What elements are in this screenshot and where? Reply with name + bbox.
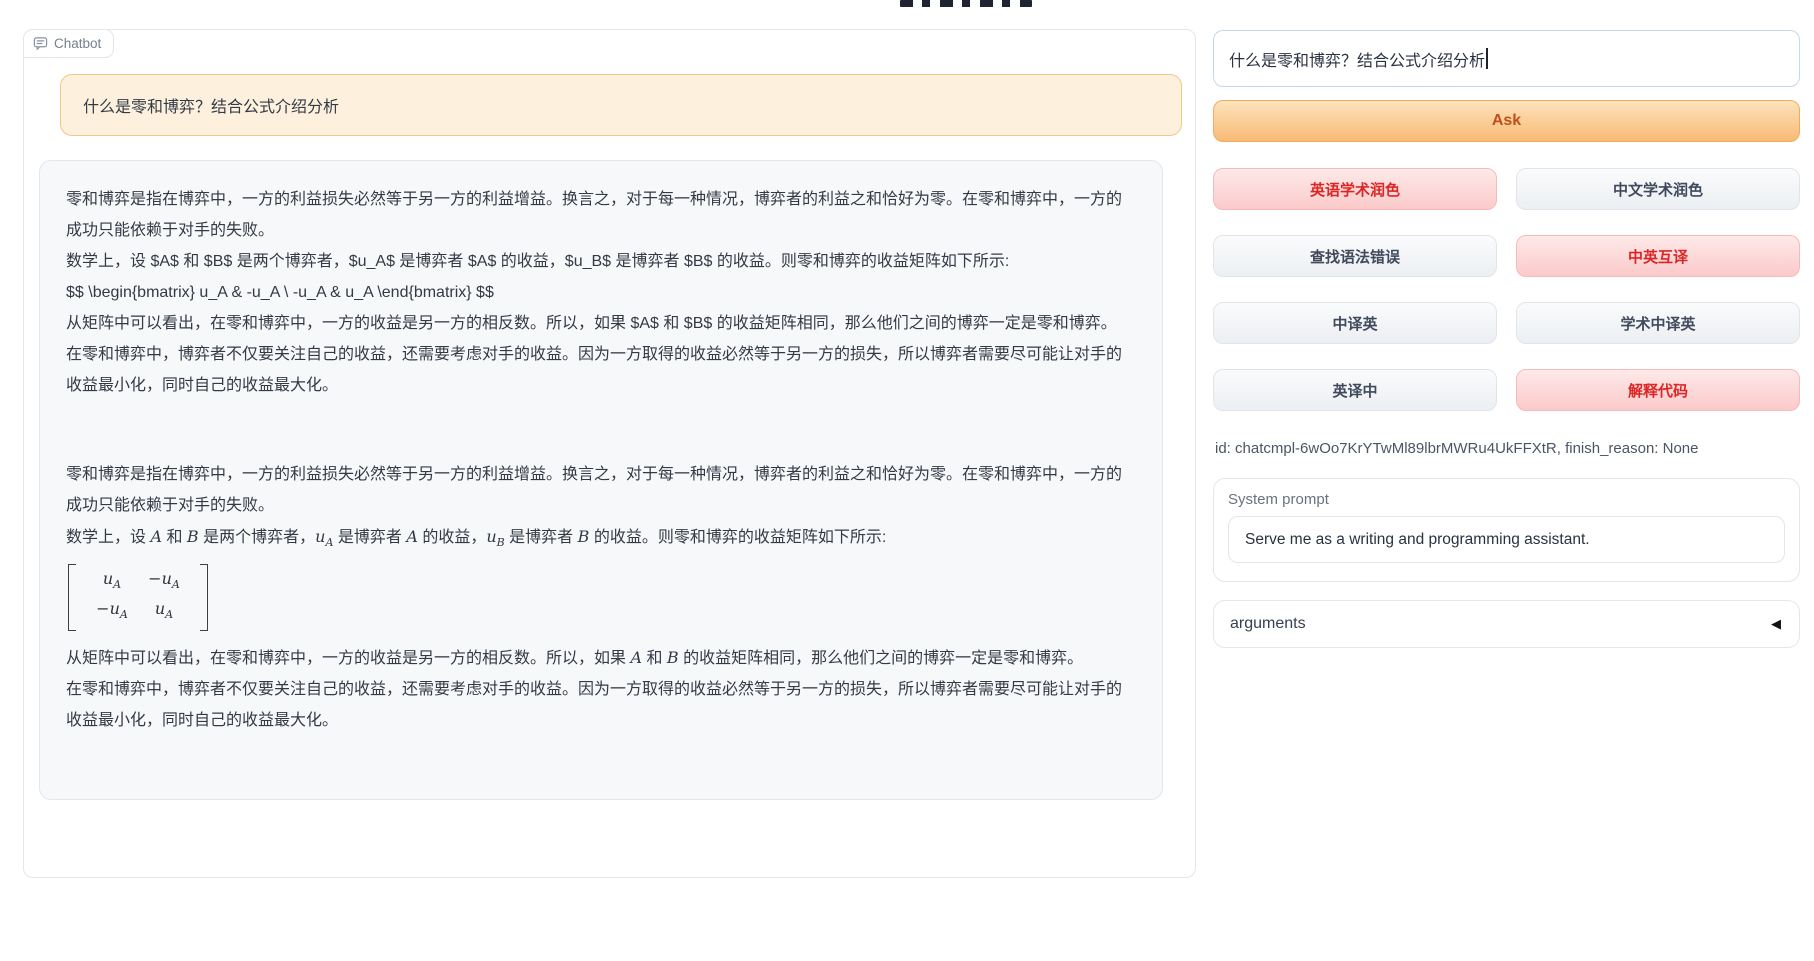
user-message: 什么是零和博弈？结合公式介绍分析	[60, 74, 1182, 136]
quick-action-button[interactable]: 中译英	[1213, 302, 1497, 344]
matrix-cell: uA	[138, 597, 190, 627]
chat-bubble-icon	[33, 36, 48, 51]
message-paragraph-gap	[66, 401, 1136, 459]
matrix-rows: uA−uA−uAuA	[76, 564, 200, 630]
arguments-accordion-label: arguments	[1230, 615, 1306, 633]
system-prompt-input[interactable]: Serve me as a writing and programming as…	[1228, 516, 1785, 563]
question-input[interactable]: 什么是零和博弈？结合公式介绍分析	[1213, 30, 1800, 87]
quick-action-grid: 英语学术润色中文学术润色查找语法错误中英互译中译英学术中译英英译中解释代码	[1213, 168, 1800, 411]
message-paragraph: 在零和博弈中，博弈者不仅要关注自己的收益，还需要考虑对手的收益。因为一方取得的收…	[66, 674, 1136, 736]
message-paragraph: 数学上，设 A 和 B 是两个博弈者，uA 是博弈者 A 的收益，uB 是博弈者…	[66, 521, 1136, 558]
bot-message: 零和博弈是指在博弈中，一方的利益损失必然等于另一方的利益增益。换言之，对于每一种…	[39, 160, 1163, 800]
message-paragraph: uA−uA−uAuA	[66, 558, 1136, 641]
app-window: Chatbot 什么是零和博弈？结合公式介绍分析 零和博弈是指在博弈中，一方的利…	[0, 0, 1814, 961]
text-caret	[1486, 48, 1488, 69]
payoff-matrix: uA−uA−uAuA	[68, 564, 208, 630]
chatbot-label-text: Chatbot	[54, 36, 101, 51]
quick-action-button[interactable]: 中文学术润色	[1516, 168, 1800, 210]
bot-message-content: 零和博弈是指在博弈中，一方的利益损失必然等于另一方的利益增益。换言之，对于每一种…	[66, 184, 1136, 736]
accordion-collapse-icon[interactable]: ◀	[1771, 616, 1781, 632]
chatbot-label: Chatbot	[23, 29, 114, 58]
arguments-accordion-header[interactable]: arguments ◀	[1213, 600, 1800, 648]
message-paragraph: 在零和博弈中，博弈者不仅要关注自己的收益，还需要考虑对手的收益。因为一方取得的收…	[66, 339, 1136, 401]
matrix-cell: −uA	[138, 567, 190, 597]
question-input-value: 什么是零和博弈？结合公式介绍分析	[1229, 47, 1485, 71]
message-paragraph: $$ \begin{bmatrix} u_A & -u_A \ -u_A & u…	[66, 277, 1136, 308]
message-paragraph: 数学上，设 $A$ 和 $B$ 是两个博弈者，$u_A$ 是博弈者 $A$ 的收…	[66, 246, 1136, 277]
quick-action-button[interactable]: 英语学术润色	[1213, 168, 1497, 210]
message-paragraph: 零和博弈是指在博弈中，一方的利益损失必然等于另一方的利益增益。换言之，对于每一种…	[66, 184, 1136, 246]
matrix-row: uA−uA	[86, 567, 190, 597]
quick-action-button[interactable]: 英译中	[1213, 369, 1497, 411]
system-prompt-value: Serve me as a writing and programming as…	[1245, 531, 1590, 549]
quick-action-button[interactable]: 中英互译	[1516, 235, 1800, 277]
user-message-text: 什么是零和博弈？结合公式介绍分析	[83, 93, 339, 117]
response-status-text: id: chatcmpl-6wOo7KrYTwMl89lbrMWRu4UkFFX…	[1215, 440, 1699, 457]
message-paragraph: 零和博弈是指在博弈中，一方的利益损失必然等于另一方的利益增益。换言之，对于每一种…	[66, 459, 1136, 521]
message-paragraph: 从矩阵中可以看出，在零和博弈中，一方的收益是另一方的相反数。所以，如果 $A$ …	[66, 308, 1136, 339]
matrix-cell: −uA	[86, 597, 138, 627]
system-prompt-card: System prompt Serve me as a writing and …	[1213, 478, 1800, 582]
matrix-left-bracket	[68, 564, 76, 630]
matrix-cell: uA	[86, 567, 138, 597]
quick-action-button[interactable]: 学术中译英	[1516, 302, 1800, 344]
clipped-title-fragment	[900, 0, 1032, 7]
ask-button[interactable]: Ask	[1213, 100, 1800, 142]
quick-action-button[interactable]: 解释代码	[1516, 369, 1800, 411]
quick-action-button[interactable]: 查找语法错误	[1213, 235, 1497, 277]
message-paragraph: 从矩阵中可以看出，在零和博弈中，一方的收益是另一方的相反数。所以，如果 A 和 …	[66, 642, 1136, 674]
system-prompt-label: System prompt	[1228, 491, 1785, 508]
chatbot-panel: Chatbot 什么是零和博弈？结合公式介绍分析 零和博弈是指在博弈中，一方的利…	[23, 29, 1196, 878]
matrix-row: −uAuA	[86, 597, 190, 627]
matrix-right-bracket	[200, 564, 208, 630]
